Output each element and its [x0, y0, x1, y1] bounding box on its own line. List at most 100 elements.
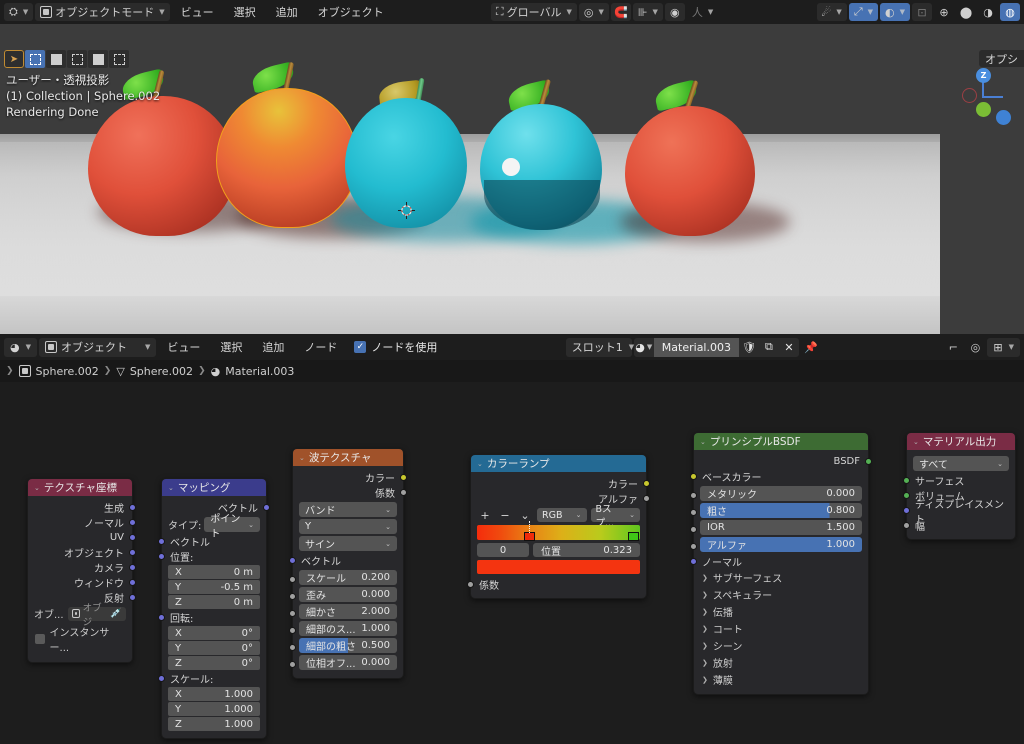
- ramp-index-field[interactable]: 0: [477, 543, 529, 557]
- color-ramp-gradient[interactable]: [477, 521, 640, 541]
- ramp-toolbar[interactable]: + − ⌄ RGB ⌄ Bスプ... ⌄: [477, 504, 640, 529]
- socket-wave-distortion[interactable]: [289, 592, 296, 600]
- metallic-field[interactable]: メタリック 0.000: [700, 486, 862, 501]
- menu-select[interactable]: 選択: [225, 4, 265, 20]
- mapping-type-dropdown[interactable]: ポイント ⌄: [204, 514, 260, 540]
- socket-wave-phase-offset[interactable]: [289, 660, 296, 668]
- socket-row-wave-color[interactable]: カラー: [293, 470, 407, 485]
- socket-window[interactable]: [129, 579, 136, 586]
- snap-icon[interactable]: ⌐: [943, 338, 963, 356]
- socket-row-displacement[interactable]: ディスプレイスメント: [903, 500, 1015, 526]
- roughness-field[interactable]: 粗さ 0.800: [700, 503, 862, 518]
- solid-shading-icon[interactable]: ⬤: [956, 3, 976, 21]
- overlay-grid-dropdown[interactable]: ⊞ ▼: [987, 337, 1020, 357]
- snap-target-dropdown[interactable]: ◎ ▼: [578, 3, 609, 21]
- material-preview-shading-icon[interactable]: ◑: [978, 3, 998, 21]
- wave-type-dropdown[interactable]: バンド ⌄: [299, 502, 397, 517]
- socket-row-ramp-color[interactable]: カラー: [471, 476, 650, 491]
- wave-detail-scale-field[interactable]: 細部のス... 1.000: [299, 621, 397, 636]
- socket-metallic[interactable]: [690, 491, 697, 499]
- socket-row-surface[interactable]: サーフェス: [903, 473, 1015, 488]
- node-header-colorramp[interactable]: ⌄ カラーランプ: [471, 455, 646, 472]
- section-subsurface[interactable]: ❯ サブサーフェス: [694, 569, 868, 586]
- navigation-gizmo[interactable]: Z: [950, 62, 1016, 128]
- location-z[interactable]: Z 0 m: [168, 595, 260, 609]
- tweak-tool-button[interactable]: ➤: [4, 50, 24, 68]
- editor-type-button[interactable]: ⛭ ▼: [4, 3, 34, 21]
- node-menu-view[interactable]: ビュー: [158, 339, 209, 355]
- select-box-button[interactable]: [25, 50, 45, 68]
- wave-detail-field[interactable]: 細かさ 2.000: [299, 604, 397, 619]
- node-header-wave[interactable]: ⌄ 波テクスチャ: [293, 449, 403, 466]
- node-header-texcoord[interactable]: ⌄ テクスチャ座標: [28, 479, 132, 496]
- ramp-position-row[interactable]: 0 位置 0.323: [477, 543, 640, 558]
- ramp-stop-1[interactable]: [628, 532, 639, 541]
- instancer-checkbox-row[interactable]: インスタンサー...: [28, 622, 132, 656]
- node-color-ramp[interactable]: ⌄ カラーランプ カラー アルファ + − ⌄ RGB ⌄ Bスプ... ⌄ 0 位…: [467, 454, 650, 599]
- transform-orientation-dropdown[interactable]: ⛶ グローバル ▼: [490, 3, 577, 21]
- eyedropper-icon[interactable]: 💉: [110, 608, 122, 619]
- socket-wave-fac[interactable]: [400, 489, 407, 496]
- socket-mapping-vector-in[interactable]: [158, 538, 165, 545]
- socket-row-uv[interactable]: UV: [28, 530, 136, 545]
- material-slot-dropdown[interactable]: スロット1 ▼: [565, 337, 634, 357]
- wave-detail-roughness-field[interactable]: 細部の粗さ 0.500: [299, 638, 397, 653]
- socket-row-object[interactable]: オブジェクト: [28, 545, 136, 560]
- socket-row-ramp-alpha[interactable]: アルファ: [471, 491, 650, 506]
- section-coat[interactable]: ❯ コート: [694, 620, 868, 637]
- socket-alpha[interactable]: [690, 542, 697, 550]
- wireframe-shading-icon[interactable]: ⊕: [934, 3, 954, 21]
- snap-to-dropdown[interactable]: ⊪ ▼: [632, 3, 663, 21]
- gizmo-axis-x[interactable]: [996, 110, 1011, 125]
- socket-ior[interactable]: [690, 525, 697, 533]
- menu-view[interactable]: ビュー: [172, 4, 223, 20]
- collapse-icon-matout[interactable]: ⌄: [913, 438, 919, 446]
- proportional-edit-dropdown[interactable]: 人 ▼: [687, 3, 718, 21]
- socket-row-thickness[interactable]: 幅: [903, 518, 1015, 533]
- node-texture-coordinate[interactable]: ⌄ テクスチャ座標 生成 ノーマル UV オブジェクト カメラ ウィンドウ 反射…: [27, 478, 136, 663]
- mapping-type-row[interactable]: タイプ: ポイント ⌄: [168, 514, 260, 540]
- section-sheen[interactable]: ❯ シーン: [694, 637, 868, 654]
- socket-bsdf-out[interactable]: [865, 458, 872, 465]
- scale-x[interactable]: X 1.000: [168, 687, 260, 701]
- wave-bands-direction-dropdown[interactable]: Y ⌄: [299, 519, 397, 534]
- use-nodes-toggle[interactable]: ✓ ノードを使用: [348, 339, 443, 355]
- section-emission[interactable]: ❯ 放射: [694, 654, 868, 671]
- material-field[interactable]: ◕ ▼ Material.003 🛡 ⧉ ✕: [633, 337, 799, 357]
- node-menu-add[interactable]: 追加: [253, 339, 293, 355]
- breadcrumb-item-object[interactable]: Sphere.002: [36, 365, 99, 378]
- socket-row-base-color[interactable]: ベースカラー: [690, 469, 868, 484]
- shader-type-dropdown[interactable]: オブジェクト ▼: [39, 337, 157, 357]
- ramp-position-field[interactable]: 位置 0.323: [533, 543, 640, 558]
- socket-wave-vector[interactable]: [289, 557, 296, 564]
- socket-object[interactable]: [129, 549, 136, 556]
- select-box-extend-button[interactable]: [88, 50, 108, 68]
- socket-rotation[interactable]: [158, 614, 165, 621]
- socket-camera[interactable]: [129, 564, 136, 571]
- socket-row-location[interactable]: 位置:: [158, 549, 266, 564]
- shield-icon[interactable]: 🛡: [738, 337, 759, 357]
- wave-profile-dropdown[interactable]: サイン ⌄: [299, 536, 397, 551]
- node-principled-bsdf[interactable]: ⌄ プリンシプルBSDF BSDF ベースカラー メタリック 0.000 粗さ 0.…: [690, 432, 872, 695]
- socket-row-normal-bsdf[interactable]: ノーマル: [690, 554, 868, 569]
- socket-wave-detail[interactable]: [289, 609, 296, 617]
- socket-row-camera[interactable]: カメラ: [28, 560, 136, 575]
- ramp-interpolation-dropdown[interactable]: Bスプ... ⌄: [590, 504, 640, 529]
- select-lasso-button[interactable]: [67, 50, 87, 68]
- socket-wave-scale[interactable]: [289, 575, 296, 583]
- socket-location[interactable]: [158, 553, 165, 560]
- breadcrumb-item-material[interactable]: Material.003: [225, 365, 294, 378]
- socket-uv[interactable]: [129, 534, 136, 541]
- gizmo-axis-y[interactable]: [976, 102, 991, 117]
- socket-normal[interactable]: [129, 519, 136, 526]
- socket-row-rotation[interactable]: 回転:: [158, 610, 266, 625]
- socket-surface[interactable]: [903, 477, 910, 484]
- socket-base-color[interactable]: [690, 473, 697, 480]
- socket-ramp-alpha[interactable]: [643, 495, 650, 502]
- node-material-output[interactable]: ⌄ マテリアル出力 すべて ⌄ サーフェス ボリューム ディスプレイスメント 幅: [903, 432, 1016, 540]
- collapse-icon[interactable]: ⌄: [34, 484, 40, 492]
- collapse-icon-mapping[interactable]: ⌄: [168, 484, 174, 492]
- collapse-icon-ramp[interactable]: ⌄: [477, 460, 483, 468]
- menu-add[interactable]: 追加: [267, 4, 307, 20]
- socket-row-generated[interactable]: 生成: [28, 500, 136, 515]
